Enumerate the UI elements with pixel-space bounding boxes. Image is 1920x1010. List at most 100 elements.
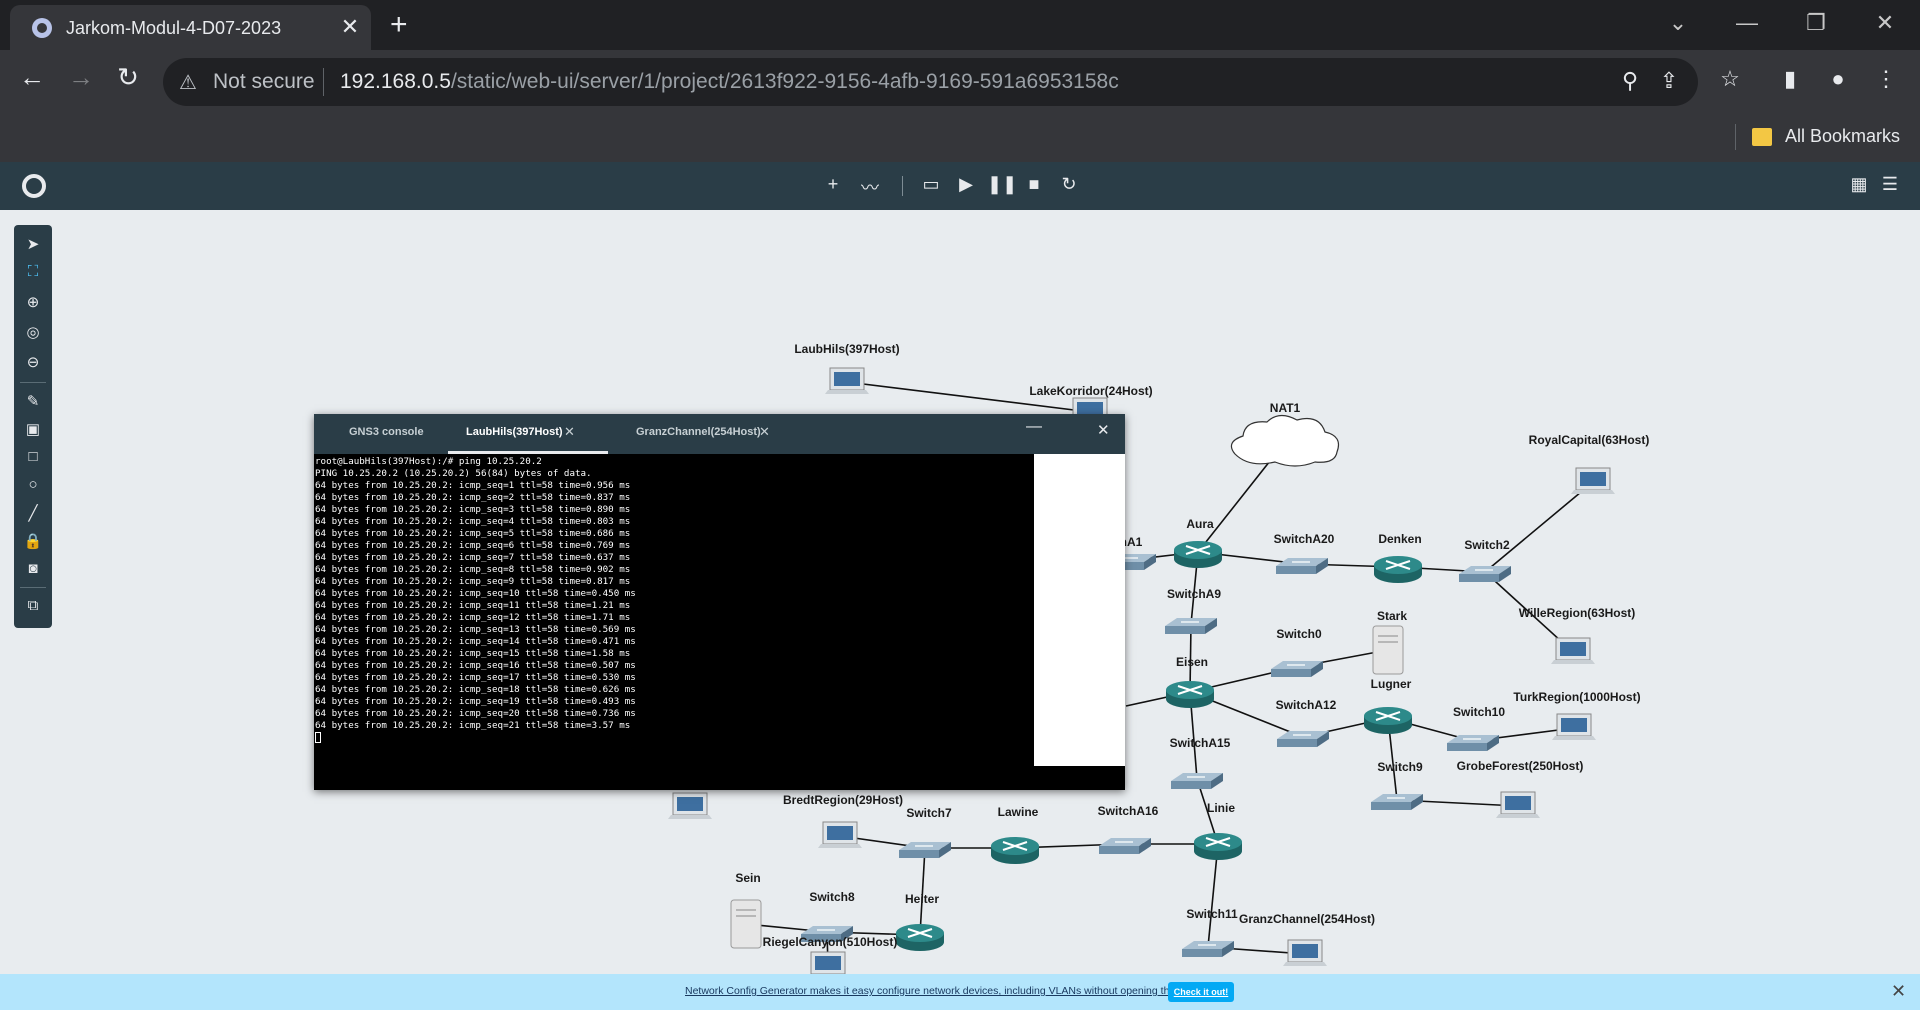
close-tab-icon[interactable]: ✕ [564,424,575,440]
node-label-royalcapital: RoyalCapital(63Host) [1528,433,1650,447]
start-all-icon[interactable]: ▶ [953,174,979,195]
node-eisen[interactable] [1166,681,1214,708]
node-label-sein: Sein [735,871,761,885]
terminal-prompt-line [315,732,1033,744]
node-switcha15[interactable] [1171,773,1223,789]
hamburger-menu-icon[interactable]: ☰ [1877,174,1903,195]
node-laubhils[interactable] [825,367,869,394]
node-aura[interactable] [1174,541,1222,568]
topology-summary-icon[interactable]: ▦ [1846,174,1872,195]
node-label-eisen: Eisen [1175,655,1209,669]
window-close-icon[interactable]: ✕ [1870,10,1900,36]
reload-icon[interactable]: ↻ [110,62,146,93]
node-riegelcanyon[interactable] [806,951,850,974]
banner-close-icon[interactable]: ✕ [1891,981,1906,1002]
restore-icon[interactable]: ❐ [1801,10,1831,36]
node-denken[interactable] [1374,556,1422,583]
node-switch7[interactable] [899,842,951,858]
terminal-line: 64 bytes from 10.25.20.2: icmp_seq=21 tt… [315,720,631,731]
tab-close-icon[interactable]: ✕ [337,14,363,40]
stop-all-icon[interactable]: ■ [1021,174,1047,195]
node-switch10[interactable] [1447,735,1499,751]
node-label-granzchannel: GranzChannel(254Host) [1238,912,1376,926]
tab-search-chevron-icon[interactable]: ⌄ [1663,10,1693,36]
node-linie[interactable] [1194,833,1242,860]
node-lawine[interactable] [991,837,1039,864]
gns3-favicon-icon [32,18,52,38]
node-granzchannel[interactable] [1283,939,1327,966]
reload-all-icon[interactable]: ↻ [1056,174,1082,195]
node-sein[interactable] [730,899,762,949]
check-it-out-button[interactable]: Check it out! [1168,982,1234,1002]
node-switch0[interactable] [1271,661,1323,677]
node-switcha9[interactable] [1165,618,1217,634]
close-tab-icon[interactable]: ✕ [759,424,770,440]
console-close-icon[interactable]: ✕ [1097,421,1110,439]
banner-link[interactable]: Network Config Generator makes it easy c… [685,985,1195,997]
node-royalcapital[interactable] [1571,467,1615,494]
console-tab-gns3[interactable]: GNS3 console [349,426,424,438]
console-minimize-icon[interactable]: — [1026,418,1042,436]
promo-banner: Network Config Generator makes it easy c… [0,974,1920,1010]
node-stark[interactable] [1372,625,1404,675]
url-text[interactable]: 192.168.0.5/static/web-ui/server/1/proje… [340,70,1119,94]
node-grobeforest[interactable] [1496,791,1540,818]
node-label-switch10: Switch10 [1452,705,1506,719]
console-all-icon[interactable]: ▭ [918,174,944,195]
terminal-line: 64 bytes from 10.25.20.2: icmp_seq=6 ttl… [315,540,631,551]
node-label-linie: Linie [1206,801,1236,815]
node-label-laubhils: LaubHils(397Host) [794,342,900,356]
console-tab-laubhils[interactable]: LaubHils(397Host) [466,426,563,438]
gns3-toolbar: + 〰 ▭ ▶ ❚❚ ■ ↻ ▦ ☰ [0,162,1920,210]
share-icon[interactable]: ⇪ [1653,68,1685,94]
node-switch2[interactable] [1459,566,1511,582]
all-bookmarks-button[interactable]: All Bookmarks [1785,126,1900,147]
node-lugner[interactable] [1364,707,1412,734]
url-host: 192.168.0.5 [340,70,451,93]
node-switcha20[interactable] [1276,558,1328,574]
terminal-line: 64 bytes from 10.25.20.2: icmp_seq=3 ttl… [315,504,631,515]
add-node-icon[interactable]: + [820,174,846,195]
bookmark-star-icon[interactable]: ☆ [1714,66,1746,92]
terminal-scroll-area [1034,454,1125,766]
node-switcha12[interactable] [1277,731,1329,747]
profile-icon[interactable]: ● [1822,66,1854,92]
node-switch11[interactable] [1182,941,1234,957]
node-label-riegelcanyon: RiegelCanyon(510Host) [762,935,898,949]
node-label-switch0: Switch0 [1276,627,1322,641]
browser-tab[interactable]: Jarkom-Modul-4-D07-2023 ✕ [10,5,371,50]
forward-icon[interactable]: → [63,62,99,93]
node-label-switch2: Switch2 [1464,538,1510,552]
new-tab-icon[interactable]: + [390,8,408,42]
url-path: /static/web-ui/server/1/project/2613f922… [450,70,1119,93]
gns3-logo-icon[interactable] [22,174,46,198]
terminal-output[interactable]: root@LaubHils(397Host):/# ping 10.25.20.… [314,454,1034,790]
node-nat1[interactable] [1230,414,1340,467]
terminal-line: 64 bytes from 10.25.20.2: icmp_seq=19 tt… [315,696,636,707]
node-hiddenhost[interactable] [668,792,712,819]
address-bar[interactable]: ⚠ Not secure 192.168.0.5/static/web-ui/s… [163,58,1698,106]
terminal-line: root@LaubHils(397Host):/# ping 10.25.20.… [315,456,542,467]
node-label-switch8: Switch8 [809,890,855,904]
side-panel-icon[interactable]: ▮ [1774,66,1806,92]
minimize-icon[interactable]: — [1732,10,1762,36]
zoom-icon[interactable]: ⚲ [1614,68,1646,94]
node-switcha16[interactable] [1099,838,1151,854]
back-icon[interactable]: ← [14,62,50,93]
node-label-switch7: Switch7 [906,806,952,820]
node-willeregion[interactable] [1551,637,1595,664]
node-turkregion[interactable] [1552,713,1596,740]
node-bredtregion[interactable] [818,821,862,848]
link-icon[interactable]: 〰 [857,174,883,200]
node-heiter[interactable] [896,924,944,951]
console-window[interactable]: GNS3 console LaubHils(397Host) ✕ GranzCh… [314,414,1125,790]
node-label-switcha15: SwitchA15 [1169,736,1231,750]
node-switch9[interactable] [1371,794,1423,810]
node-label-grobeforest: GrobeForest(250Host) [1456,759,1584,773]
console-tab-granzchannel[interactable]: GranzChannel(254Host) [636,426,761,438]
pause-all-icon[interactable]: ❚❚ [987,174,1017,195]
link-switch2-royalcapital[interactable] [1484,481,1594,573]
menu-kebab-icon[interactable]: ⋮ [1870,66,1902,92]
terminal-line: 64 bytes from 10.25.20.2: icmp_seq=7 ttl… [315,552,631,563]
node-label-lakekorridor: LakeKorridor(24Host) [1029,384,1153,398]
